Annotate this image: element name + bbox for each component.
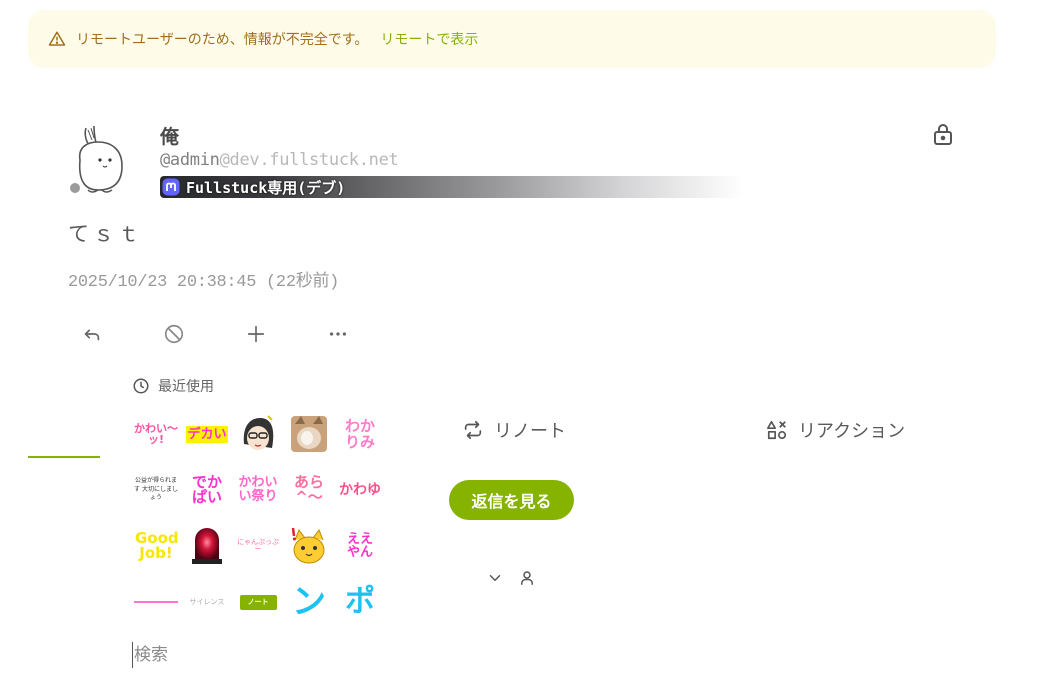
recent-section-label: 最近使用 [158, 379, 214, 395]
emoji-dekai[interactable]: デカい [183, 410, 231, 458]
warning-icon [48, 31, 66, 46]
display-name[interactable]: 俺 [160, 122, 179, 149]
surprised-cat-icon [291, 527, 325, 564]
note-detail-page: リモートユーザーのため、情報が不完全です。 リモートで表示 俺 @admin@d… [0, 0, 1039, 687]
emoji-kawaii[interactable]: かわい〜ッ! [132, 410, 180, 458]
tab-reaction[interactable]: リアクション [766, 416, 905, 444]
emoji-label: デカい [186, 425, 228, 443]
lock-icon [934, 124, 952, 145]
emoji-pink-line[interactable] [132, 578, 180, 626]
emoji-siren[interactable] [183, 522, 231, 570]
emoji-kawaii-matsuri[interactable]: かわいい祭り [234, 466, 282, 514]
emoji-label: サイレンス [189, 597, 225, 606]
emoji-picker: 最近使用 かわい〜ッ! デカい わかりみ 公益が得られます 大切にしましょう で… [100, 370, 420, 687]
reply-controls [486, 569, 536, 587]
tab-renote-label: リノート [494, 421, 566, 442]
repeat-icon [464, 420, 482, 440]
renote-disabled-icon [164, 324, 184, 344]
emoji-label: かわい〜ッ! [134, 422, 178, 446]
emoji-label: ン [292, 582, 326, 622]
add-reaction-icon [247, 325, 265, 343]
emoji-silence[interactable]: サイレンス [183, 578, 231, 626]
instance-name: Fullstuck専用(デブ) [186, 178, 346, 197]
emoji-label: わかりみ [344, 416, 375, 451]
mastodon-icon [162, 178, 180, 196]
emoji-girl-face[interactable] [234, 410, 282, 458]
emoji-label: にゃんぷっぷー [237, 538, 279, 553]
note-text: てｓｔ [68, 222, 143, 246]
emoji-label: でかぱい [191, 473, 222, 506]
view-replies-button[interactable]: 返信を見る [449, 480, 574, 520]
account-handle[interactable]: @admin@dev.fullstuck.net [160, 150, 399, 170]
recent-section-header[interactable]: 最近使用 [132, 376, 214, 396]
emoji-nyanpuppu[interactable]: にゃんぷっぷー [234, 522, 282, 570]
cat-photo-icon [291, 416, 327, 452]
emoji-label: 公益が得られます 大切にしましょう [134, 477, 178, 502]
emoji-dekapai[interactable]: でかぱい [183, 466, 231, 514]
emoji-note-button[interactable]: ノート [234, 578, 282, 626]
girl-face-icon [243, 415, 274, 450]
emoji-koueki[interactable]: 公益が得られます 大切にしましょう [132, 466, 180, 514]
more-button[interactable] [322, 318, 354, 350]
reply-button[interactable] [76, 318, 108, 350]
icons-category-icon [767, 420, 787, 440]
banner-message: リモートユーザーのため、情報が不完全です。 [76, 32, 369, 48]
renote-button[interactable] [158, 318, 190, 350]
emoji-po[interactable]: ポ [336, 578, 384, 626]
emoji-n[interactable]: ン [285, 578, 333, 626]
emoji-label: かわゆ [339, 482, 381, 498]
emoji-eeyan[interactable]: ええやん [336, 522, 384, 570]
pink-line-icon [134, 601, 178, 603]
note-timestamp[interactable]: 2025/10/23 20:38:45 (22秒前) [68, 266, 339, 292]
emoji-label: あら^〜 [293, 473, 324, 506]
emoji-search-input[interactable] [132, 642, 392, 668]
emoji-label: ポ [345, 584, 375, 619]
emoji-ara[interactable]: あら^〜 [285, 466, 333, 514]
tab-renote[interactable]: リノート [462, 416, 566, 444]
view-on-remote-link[interactable]: リモートで表示 [380, 29, 478, 49]
emoji-wakarimi[interactable]: わかりみ [336, 410, 384, 458]
more-icon [329, 332, 347, 336]
siren-icon [192, 528, 222, 564]
clock-icon [133, 378, 149, 394]
add-reaction-button[interactable] [240, 318, 272, 350]
instance-ticker: Fullstuck専用(デブ) [160, 176, 872, 198]
emoji-grid: かわい〜ッ! デカい わかりみ 公益が得られます 大切にしましょう でかぱい か… [132, 410, 392, 634]
emoji-kawayu[interactable]: かわゆ [336, 466, 384, 514]
emoji-label: Good Job! [135, 529, 179, 562]
emoji-surprised-cat[interactable] [285, 522, 333, 570]
reply-icon [84, 329, 100, 341]
user-icon[interactable] [518, 569, 536, 587]
emoji-good-job[interactable]: Good Job! [132, 522, 180, 570]
remote-user-banner: リモートユーザーのため、情報が不完全です。 リモートで表示 [28, 10, 996, 68]
tab-reaction-label: リアクション [798, 421, 906, 442]
chevron-down-icon[interactable] [486, 569, 504, 587]
online-status-dot [68, 181, 82, 195]
emoji-cat-photo[interactable] [285, 410, 333, 458]
username: @admin [160, 150, 220, 170]
user-host: @dev.fullstuck.net [219, 150, 399, 170]
emoji-label: ノート [239, 594, 277, 610]
emoji-label: かわいい祭り [238, 474, 278, 504]
emoji-label: ええやん [346, 532, 373, 560]
